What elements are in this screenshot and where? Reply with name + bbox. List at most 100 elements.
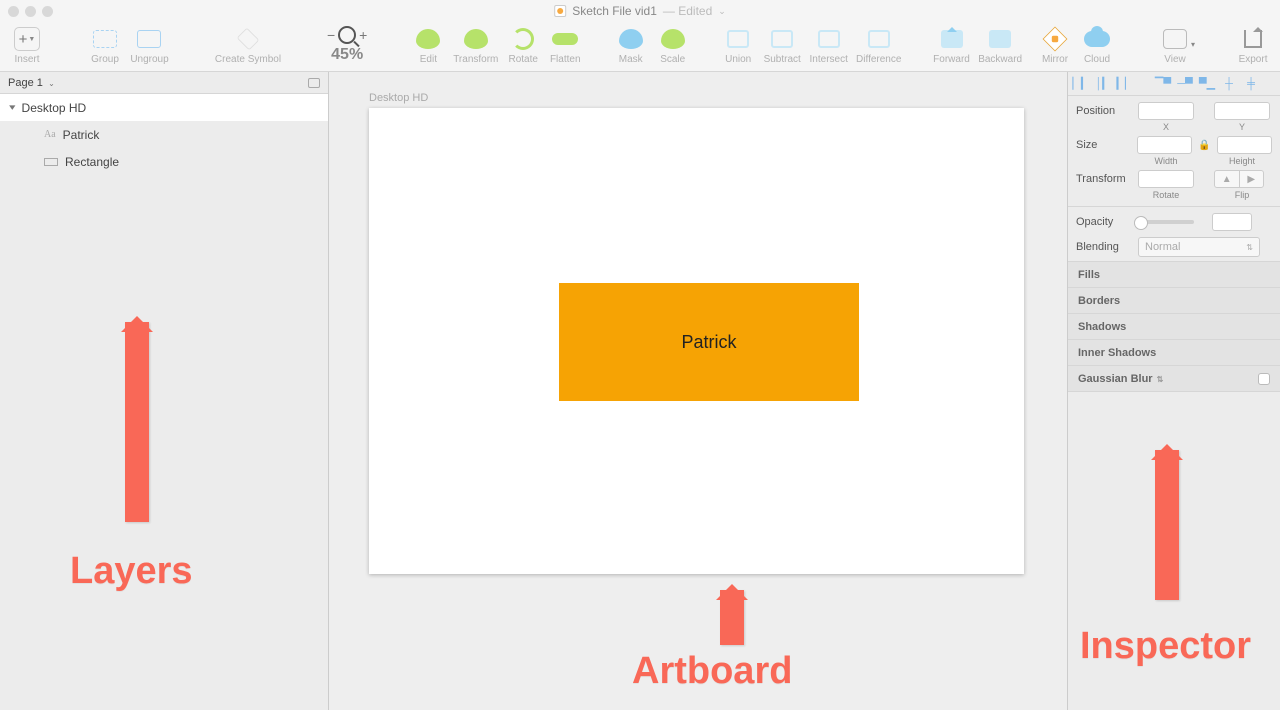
- mirror-button[interactable]: Mirror: [1038, 26, 1072, 65]
- opacity-slider[interactable]: [1138, 220, 1194, 224]
- distribute-h-icon[interactable]: ┼: [1222, 77, 1236, 91]
- zoom-out-icon[interactable]: −: [327, 27, 335, 43]
- mask-icon: [619, 29, 643, 49]
- rotate-input[interactable]: [1138, 170, 1194, 188]
- flatten-button[interactable]: Flatten: [548, 26, 582, 65]
- mask-label: Mask: [619, 54, 643, 65]
- forward-label: Forward: [933, 54, 970, 65]
- ungroup-label: Ungroup: [130, 54, 168, 65]
- backward-button[interactable]: Backward: [978, 26, 1022, 65]
- view-label: View: [1164, 54, 1186, 65]
- union-label: Union: [725, 54, 751, 65]
- layers-panel: Page 1 ⌄ ▾ Desktop HD Aa Patrick Rectang…: [0, 72, 329, 710]
- cloud-label: Cloud: [1084, 54, 1110, 65]
- document-icon: [554, 5, 566, 17]
- position-x-input[interactable]: [1138, 102, 1194, 120]
- export-button[interactable]: Export: [1236, 26, 1270, 65]
- magnifier-icon: [338, 26, 356, 44]
- mirror-icon: [1043, 27, 1068, 52]
- insert-button[interactable]: +▼ Insert: [10, 26, 44, 65]
- align-right-icon[interactable]: ▎▏: [1118, 77, 1132, 91]
- group-label: Group: [91, 54, 119, 65]
- group-button[interactable]: Group: [88, 26, 122, 65]
- pages-grid-icon[interactable]: [308, 78, 320, 88]
- artboard-title[interactable]: Desktop HD: [369, 92, 428, 104]
- layer-rectangle[interactable]: Rectangle: [0, 148, 328, 175]
- canvas[interactable]: Desktop HD Patrick: [329, 72, 1068, 710]
- page-selector-label: Page 1: [8, 77, 43, 89]
- lock-icon[interactable]: 🔒: [1198, 140, 1210, 151]
- gaussian-checkbox[interactable]: [1258, 373, 1270, 385]
- layer-artboard[interactable]: ▾ Desktop HD: [0, 94, 328, 121]
- window-title[interactable]: Sketch File vid1 — Edited ⌄: [554, 4, 726, 18]
- flatten-icon: [552, 33, 578, 45]
- shadows-section[interactable]: Shadows: [1068, 314, 1280, 340]
- x-label: X: [1138, 122, 1194, 132]
- subtract-icon: [771, 30, 793, 48]
- gaussian-label: Gaussian Blur: [1078, 373, 1153, 385]
- page-selector[interactable]: Page 1 ⌄: [0, 72, 328, 94]
- intersect-button[interactable]: Intersect: [809, 26, 848, 65]
- ungroup-icon: [137, 30, 161, 48]
- height-input[interactable]: [1217, 136, 1272, 154]
- cloud-button[interactable]: Cloud: [1080, 26, 1114, 65]
- mask-button[interactable]: Mask: [614, 26, 648, 65]
- symbol-icon: [237, 28, 260, 51]
- borders-section[interactable]: Borders: [1068, 288, 1280, 314]
- union-button[interactable]: Union: [721, 26, 755, 65]
- align-top-icon[interactable]: ▔▀: [1156, 77, 1170, 91]
- backward-label: Backward: [978, 54, 1022, 65]
- flip-h-icon[interactable]: ▲: [1215, 171, 1240, 187]
- zoom-window-icon[interactable]: [42, 6, 53, 17]
- align-center-h-icon[interactable]: │▎: [1096, 77, 1110, 91]
- zoom-in-icon[interactable]: +: [359, 27, 367, 43]
- edit-label: Edit: [420, 54, 437, 65]
- size-label: Size: [1076, 139, 1131, 151]
- align-left-icon[interactable]: ▏▎: [1074, 77, 1088, 91]
- scale-icon: [661, 29, 685, 49]
- rectangle-shape[interactable]: Patrick: [559, 283, 859, 401]
- layer-text[interactable]: Aa Patrick: [0, 121, 328, 148]
- flip-control[interactable]: ▲▶: [1214, 170, 1264, 188]
- position-y-input[interactable]: [1214, 102, 1270, 120]
- artboard[interactable]: Patrick: [369, 108, 1024, 574]
- alignment-row: ▏▎ │▎ ▎▏ ▔▀ ─▀ ▀▁ ┼ ╪: [1068, 72, 1280, 96]
- blending-label: Blending: [1076, 241, 1132, 253]
- rotate-icon: [512, 28, 534, 50]
- subtract-button[interactable]: Subtract: [763, 26, 801, 65]
- gaussian-blur-section[interactable]: Gaussian Blur⇅: [1068, 366, 1280, 392]
- transform-label: Transform: [1076, 173, 1132, 185]
- disclosure-triangle-icon[interactable]: ▾: [9, 102, 15, 113]
- transform-icon: [464, 29, 488, 49]
- rotate-button[interactable]: Rotate: [506, 26, 540, 65]
- flip-v-icon[interactable]: ▶: [1240, 171, 1264, 187]
- inspector-panel: ▏▎ │▎ ▎▏ ▔▀ ─▀ ▀▁ ┼ ╪ Position XY Size 🔒: [1068, 72, 1280, 710]
- insert-icon: +▼: [14, 27, 40, 51]
- close-window-icon[interactable]: [8, 6, 19, 17]
- zoom-control[interactable]: − + 45%: [327, 26, 367, 64]
- scale-button[interactable]: Scale: [656, 26, 690, 65]
- minimize-window-icon[interactable]: [25, 6, 36, 17]
- fills-section[interactable]: Fills: [1068, 262, 1280, 288]
- opacity-input[interactable]: [1212, 213, 1252, 231]
- distribute-v-icon[interactable]: ╪: [1244, 77, 1258, 91]
- view-button[interactable]: View: [1158, 26, 1192, 65]
- mirror-label: Mirror: [1042, 54, 1068, 65]
- inner-shadows-section[interactable]: Inner Shadows: [1068, 340, 1280, 366]
- edit-button[interactable]: Edit: [411, 26, 445, 65]
- scale-label: Scale: [660, 54, 685, 65]
- inner-shadows-label: Inner Shadows: [1078, 347, 1156, 359]
- intersect-icon: [818, 30, 840, 48]
- blending-select[interactable]: Normal ⇅: [1138, 237, 1260, 257]
- align-bottom-icon[interactable]: ▀▁: [1200, 77, 1214, 91]
- width-input[interactable]: [1137, 136, 1192, 154]
- width-label: Width: [1138, 156, 1194, 166]
- create-symbol-button[interactable]: Create Symbol: [213, 26, 283, 65]
- difference-button[interactable]: Difference: [856, 26, 901, 65]
- fills-label: Fills: [1078, 269, 1100, 281]
- transform-button[interactable]: Transform: [453, 26, 498, 65]
- forward-button[interactable]: Forward: [933, 26, 971, 65]
- insert-label: Insert: [14, 54, 39, 65]
- ungroup-button[interactable]: Ungroup: [130, 26, 169, 65]
- align-center-v-icon[interactable]: ─▀: [1178, 77, 1192, 91]
